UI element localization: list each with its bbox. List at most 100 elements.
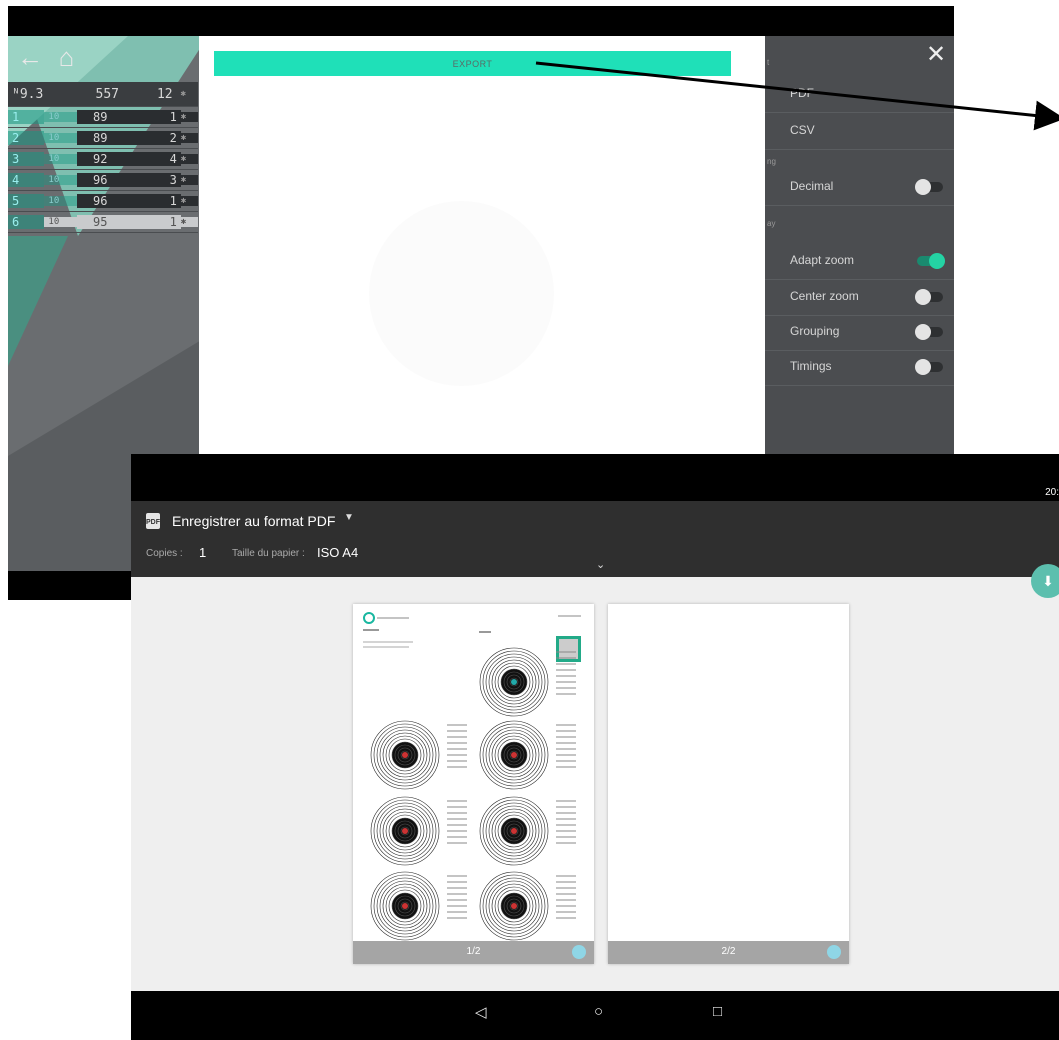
- pdf-printer-icon: PDF: [146, 513, 160, 529]
- item-label: Center zoom: [790, 289, 859, 303]
- target-icon: ✱: [180, 175, 199, 185]
- timings-toggle[interactable]: [915, 359, 943, 375]
- series-label: ᴺ9.3: [12, 86, 44, 102]
- target-figure: [370, 720, 467, 790]
- row-ten: 10: [44, 112, 77, 122]
- row-score: 89: [77, 110, 139, 124]
- preview-page-1[interactable]: 1/2: [353, 604, 594, 964]
- row-ten: 10: [44, 196, 77, 206]
- copies-label: Copies :: [146, 548, 183, 559]
- item-label: PDF: [790, 86, 814, 100]
- target-icon: ✱: [180, 89, 187, 99]
- target-figure: [479, 647, 576, 717]
- check-circle-icon[interactable]: [572, 945, 586, 959]
- home-icon[interactable]: ⌂: [50, 42, 82, 72]
- chevron-down-icon[interactable]: ⌄: [596, 558, 605, 571]
- target-icon: ✱: [180, 217, 199, 227]
- grouping-item[interactable]: Grouping: [765, 314, 954, 351]
- page-footer: 2/2: [608, 941, 849, 964]
- timings-item[interactable]: Timings: [765, 349, 954, 386]
- adapt-zoom-item[interactable]: Adapt zoom: [765, 243, 954, 280]
- table-row-selected[interactable]: 6 10 95 1 ✱: [8, 212, 199, 233]
- section-label: ng: [767, 157, 776, 166]
- center-zoom-item[interactable]: Center zoom: [765, 279, 954, 316]
- check-circle-icon[interactable]: [827, 945, 841, 959]
- table-row[interactable]: 1 10 89 1 ✱: [8, 107, 199, 128]
- row-index: 6: [8, 215, 45, 229]
- export-csv-item[interactable]: CSV: [765, 113, 954, 150]
- total-score: 557: [95, 86, 119, 102]
- item-label: CSV: [790, 123, 815, 137]
- row-index: 4: [8, 173, 45, 187]
- row-ten: 10: [44, 154, 77, 164]
- row-index: 3: [8, 152, 45, 166]
- grouping-toggle[interactable]: [915, 324, 943, 340]
- target-figure: [479, 871, 576, 941]
- table-row[interactable]: 2 10 89 2 ✱: [8, 128, 199, 149]
- target-icon: ✱: [180, 196, 199, 206]
- row-score: 96: [77, 194, 139, 208]
- section-label: t: [767, 58, 770, 67]
- row-ten: 10: [44, 133, 77, 143]
- page-number: 2/2: [721, 946, 736, 957]
- target-graphics: [370, 647, 576, 941]
- target-figure: [370, 871, 467, 941]
- item-label: Decimal: [790, 179, 834, 193]
- export-dialog: EXPORT: [199, 36, 765, 460]
- export-button[interactable]: EXPORT: [214, 51, 731, 76]
- back-arrow-icon[interactable]: ←: [14, 42, 46, 72]
- navigation-bar: ◁ ○ □: [131, 991, 1059, 1040]
- total-count: 12: [156, 86, 173, 102]
- row-score: 92: [77, 152, 139, 166]
- table-row[interactable]: 4 10 96 3 ✱: [8, 170, 199, 191]
- print-preview-screenshot: 20: PDF Enregistrer au format PDF ▼ Copi…: [131, 454, 1059, 1040]
- download-pdf-button[interactable]: ⬇: [1031, 564, 1059, 598]
- top-toolbar: ← ⌂: [14, 42, 82, 72]
- section-label: ay: [767, 219, 776, 228]
- paper-size-value: ISO A4: [317, 545, 359, 560]
- score-table-header: ᴺ9.3 557 12 ✱: [8, 82, 198, 107]
- target-figure: [479, 720, 576, 790]
- adapt-zoom-toggle[interactable]: [917, 253, 945, 269]
- row-index: 1: [8, 110, 45, 124]
- copies-value: 1: [199, 545, 207, 560]
- row-index: 2: [8, 131, 45, 145]
- table-row[interactable]: 5 10 96 1 ✱: [8, 191, 199, 212]
- decimal-toggle[interactable]: [915, 179, 943, 195]
- target-icon: ✱: [180, 154, 199, 164]
- row-count: 1: [138, 215, 181, 229]
- preview-page-2[interactable]: 2/2: [608, 604, 849, 964]
- status-time: 20:: [1045, 487, 1059, 498]
- row-count: 1: [138, 110, 181, 124]
- row-ten: 10: [44, 217, 77, 227]
- row-count: 3: [138, 173, 181, 187]
- row-count: 1: [138, 194, 181, 208]
- target-figure: [479, 796, 576, 866]
- score-table: ᴺ9.3 557 12 ✱ 1 10 89 1 ✱ 2 10 89 2 ✱ 3 …: [8, 82, 199, 233]
- center-zoom-toggle[interactable]: [915, 289, 943, 305]
- dropdown-arrow-icon[interactable]: ▼: [344, 512, 354, 523]
- printer-select[interactable]: Enregistrer au format PDF: [172, 513, 335, 529]
- recents-square-icon[interactable]: □: [713, 1003, 722, 1020]
- row-score: 95: [77, 215, 139, 229]
- row-count: 4: [138, 152, 181, 166]
- target-figure: [370, 796, 467, 866]
- table-row[interactable]: 3 10 92 4 ✱: [8, 149, 199, 170]
- row-index: 5: [8, 194, 45, 208]
- row-ten: 10: [44, 175, 77, 185]
- loading-indicator: [369, 201, 554, 386]
- row-score: 89: [77, 131, 139, 145]
- export-pdf-item[interactable]: PDF: [765, 76, 954, 113]
- close-icon[interactable]: ✕: [926, 42, 946, 68]
- decimal-toggle-item[interactable]: Decimal: [765, 169, 954, 206]
- page-footer: 1/2: [353, 941, 594, 964]
- page-1-content: [363, 612, 581, 941]
- paper-size-label: Taille du papier :: [232, 548, 305, 559]
- target-icon: ✱: [180, 133, 199, 143]
- home-circle-icon[interactable]: ○: [594, 1003, 603, 1020]
- status-bar: [8, 6, 954, 36]
- target-icon: ✱: [180, 112, 199, 122]
- back-triangle-icon[interactable]: ◁: [475, 1003, 487, 1021]
- row-count: 2: [138, 131, 181, 145]
- item-label: Adapt zoom: [790, 253, 855, 267]
